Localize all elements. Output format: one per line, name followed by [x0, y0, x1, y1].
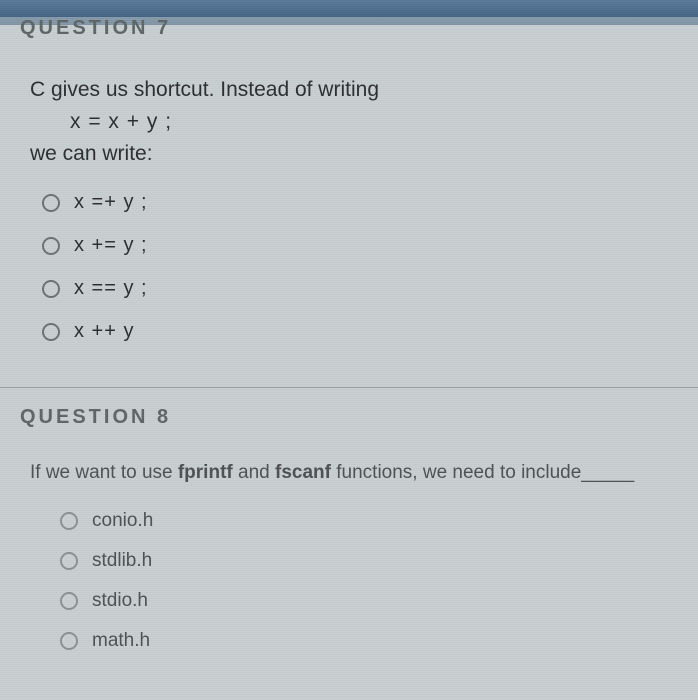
q7-option-2[interactable]: x += y ;	[42, 224, 668, 267]
radio-icon	[42, 237, 60, 255]
q8-option-3[interactable]: stdio.h	[60, 581, 668, 621]
q8-option-label: stdlib.h	[92, 550, 152, 572]
q8-option-2[interactable]: stdlib.h	[60, 541, 668, 581]
q7-prompt-line1: C gives us shortcut. Instead of writing	[30, 74, 668, 106]
question7-body: C gives us shortcut. Instead of writing …	[0, 46, 698, 377]
q7-option-label: x += y ;	[74, 234, 148, 257]
question8-header: QUESTION 8	[0, 388, 698, 435]
q7-option-label: x ++ y	[74, 320, 134, 343]
q8-options: conio.h stdlib.h stdio.h math.h	[30, 501, 668, 661]
q7-prompt-line2: we can write:	[30, 138, 668, 170]
question7-header: QUESTION 7	[0, 17, 698, 46]
q8-text-pre: If we want to use	[30, 462, 178, 483]
q8-option-1[interactable]: conio.h	[60, 501, 668, 541]
radio-icon	[60, 592, 78, 610]
q7-option-label: x =+ y ;	[74, 191, 148, 214]
q8-text-mid: and	[233, 462, 275, 483]
q7-option-1[interactable]: x =+ y ;	[42, 181, 668, 224]
q7-option-label: x == y ;	[74, 277, 148, 300]
q8-option-label: math.h	[92, 630, 150, 652]
radio-icon	[60, 632, 78, 650]
radio-icon	[42, 194, 60, 212]
q8-option-label: conio.h	[92, 510, 153, 532]
q8-bold1: fprintf	[178, 462, 233, 483]
radio-icon	[42, 280, 60, 298]
q7-option-3[interactable]: x == y ;	[42, 267, 668, 310]
q8-text-post: functions, we need to include_____	[331, 462, 634, 483]
radio-icon	[60, 552, 78, 570]
q7-options: x =+ y ; x += y ; x == y ; x ++ y	[30, 181, 668, 353]
radio-icon	[60, 512, 78, 530]
question8-body: If we want to use fprintf and fscanf fun…	[0, 435, 698, 671]
radio-icon	[42, 323, 60, 341]
q7-option-4[interactable]: x ++ y	[42, 310, 668, 353]
q7-code: x = x + y ;	[30, 106, 668, 138]
q8-prompt: If we want to use fprintf and fscanf fun…	[30, 459, 668, 487]
q8-option-4[interactable]: math.h	[60, 621, 668, 661]
q8-option-label: stdio.h	[92, 590, 148, 612]
q8-bold2: fscanf	[275, 462, 331, 483]
